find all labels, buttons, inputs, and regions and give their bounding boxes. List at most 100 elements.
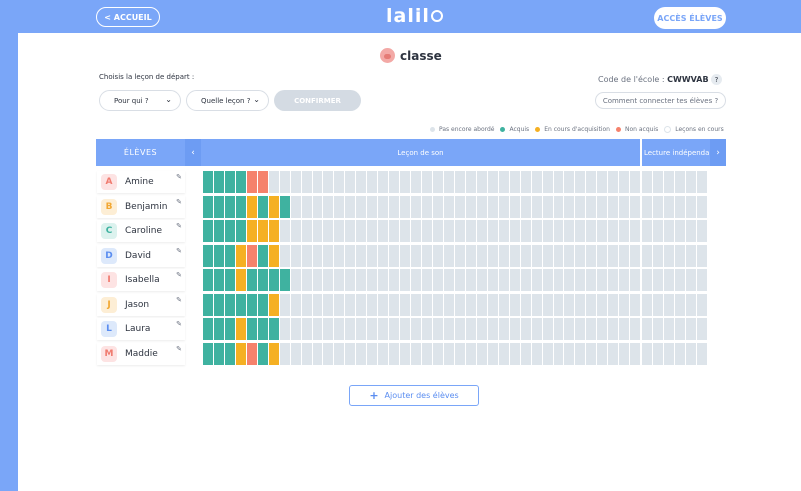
- lesson-cell[interactable]: [367, 195, 378, 218]
- lesson-cell[interactable]: [257, 171, 268, 193]
- lesson-cell[interactable]: [433, 293, 443, 316]
- lesson-cell[interactable]: [608, 318, 619, 340]
- lesson-cell[interactable]: [257, 244, 268, 267]
- help-icon[interactable]: ?: [711, 74, 722, 85]
- lesson-cell[interactable]: [323, 342, 334, 365]
- lesson-cell[interactable]: [520, 342, 531, 365]
- next-arrow-icon[interactable]: ›: [710, 139, 726, 166]
- lesson-cell[interactable]: [323, 293, 334, 316]
- lesson-cell[interactable]: [290, 269, 301, 291]
- lesson-cell[interactable]: [465, 342, 476, 365]
- lesson-cell[interactable]: [213, 220, 224, 242]
- lesson-cell[interactable]: [279, 244, 290, 267]
- lesson-cell[interactable]: [597, 318, 608, 340]
- lesson-cell[interactable]: [334, 293, 345, 316]
- lesson-cell[interactable]: [246, 220, 257, 242]
- lesson-cell[interactable]: [597, 220, 608, 242]
- lesson-cell[interactable]: [630, 269, 641, 291]
- lesson-cell[interactable]: [465, 195, 476, 218]
- lesson-cell[interactable]: [235, 342, 246, 365]
- lesson-cell[interactable]: [389, 293, 400, 316]
- lesson-cell[interactable]: [433, 269, 443, 291]
- lesson-cell[interactable]: [454, 269, 465, 291]
- lesson-cell[interactable]: [509, 269, 520, 291]
- lesson-cell[interactable]: [323, 220, 334, 242]
- lesson-cell[interactable]: [400, 220, 411, 242]
- lesson-cell[interactable]: [487, 342, 498, 365]
- lesson-cell[interactable]: [520, 220, 531, 242]
- lesson-cell[interactable]: [575, 220, 586, 242]
- student-card[interactable]: C Caroline ✎: [97, 220, 185, 242]
- lesson-cell[interactable]: [345, 244, 356, 267]
- lecture-cell[interactable]: [686, 318, 696, 340]
- lesson-cell[interactable]: [334, 318, 345, 340]
- lesson-cell[interactable]: [619, 342, 630, 365]
- lesson-cell[interactable]: [268, 269, 279, 291]
- lecture-cell[interactable]: [642, 342, 652, 365]
- lesson-cell[interactable]: [279, 269, 290, 291]
- lesson-cell[interactable]: [487, 293, 498, 316]
- lesson-cell[interactable]: [608, 195, 619, 218]
- lesson-cell[interactable]: [378, 244, 389, 267]
- lesson-cell[interactable]: [619, 269, 630, 291]
- edit-pencil-icon[interactable]: ✎: [176, 271, 182, 279]
- lesson-cell[interactable]: [422, 171, 433, 193]
- lesson-cell[interactable]: [575, 318, 586, 340]
- lesson-cell[interactable]: [400, 318, 411, 340]
- lesson-cell[interactable]: [356, 342, 367, 365]
- lesson-cell[interactable]: [498, 269, 509, 291]
- lesson-cell[interactable]: [400, 342, 411, 365]
- lesson-cell[interactable]: [476, 342, 487, 365]
- lesson-cell[interactable]: [356, 171, 367, 193]
- lesson-cell[interactable]: [443, 269, 454, 291]
- lesson-cell[interactable]: [586, 318, 597, 340]
- lesson-cell[interactable]: [608, 342, 619, 365]
- lecture-cell[interactable]: [697, 318, 707, 340]
- lesson-cell[interactable]: [487, 318, 498, 340]
- lesson-cell[interactable]: [531, 318, 542, 340]
- lesson-cell[interactable]: [411, 269, 422, 291]
- lesson-cell[interactable]: [203, 293, 213, 316]
- lesson-cell[interactable]: [531, 244, 542, 267]
- lesson-cell[interactable]: [389, 269, 400, 291]
- lesson-cell[interactable]: [553, 220, 564, 242]
- lecture-cell[interactable]: [664, 195, 674, 218]
- lecture-cell[interactable]: [686, 293, 696, 316]
- lesson-cell[interactable]: [630, 171, 641, 193]
- lesson-cell[interactable]: [433, 342, 443, 365]
- lecture-cell[interactable]: [686, 342, 696, 365]
- lesson-cell[interactable]: [323, 171, 334, 193]
- lesson-cell[interactable]: [608, 269, 619, 291]
- lesson-cell[interactable]: [268, 244, 279, 267]
- lecture-cell[interactable]: [697, 195, 707, 218]
- lesson-cell[interactable]: [531, 342, 542, 365]
- lesson-cell[interactable]: [367, 293, 378, 316]
- lesson-cell[interactable]: [520, 293, 531, 316]
- lesson-cell[interactable]: [400, 293, 411, 316]
- lesson-cell[interactable]: [422, 244, 433, 267]
- lesson-cell[interactable]: [290, 171, 301, 193]
- lesson-cell[interactable]: [246, 318, 257, 340]
- lesson-cell[interactable]: [345, 171, 356, 193]
- lesson-cell[interactable]: [619, 293, 630, 316]
- lecture-cell[interactable]: [642, 195, 652, 218]
- lesson-cell[interactable]: [575, 342, 586, 365]
- lesson-cell[interactable]: [389, 342, 400, 365]
- lesson-cell[interactable]: [597, 342, 608, 365]
- lesson-cell[interactable]: [246, 342, 257, 365]
- lesson-cell[interactable]: [564, 342, 575, 365]
- lesson-cell[interactable]: [268, 220, 279, 242]
- lesson-cell[interactable]: [498, 293, 509, 316]
- lesson-cell[interactable]: [542, 318, 553, 340]
- lesson-cell[interactable]: [608, 293, 619, 316]
- lesson-cell[interactable]: [619, 220, 630, 242]
- lesson-cell[interactable]: [531, 195, 542, 218]
- lesson-cell[interactable]: [301, 269, 312, 291]
- lecture-cell[interactable]: [697, 244, 707, 267]
- lesson-cell[interactable]: [465, 293, 476, 316]
- lesson-cell[interactable]: [367, 244, 378, 267]
- lecture-cell[interactable]: [642, 293, 652, 316]
- lesson-cell[interactable]: [597, 244, 608, 267]
- lesson-cell[interactable]: [312, 318, 323, 340]
- lesson-cell[interactable]: [400, 171, 411, 193]
